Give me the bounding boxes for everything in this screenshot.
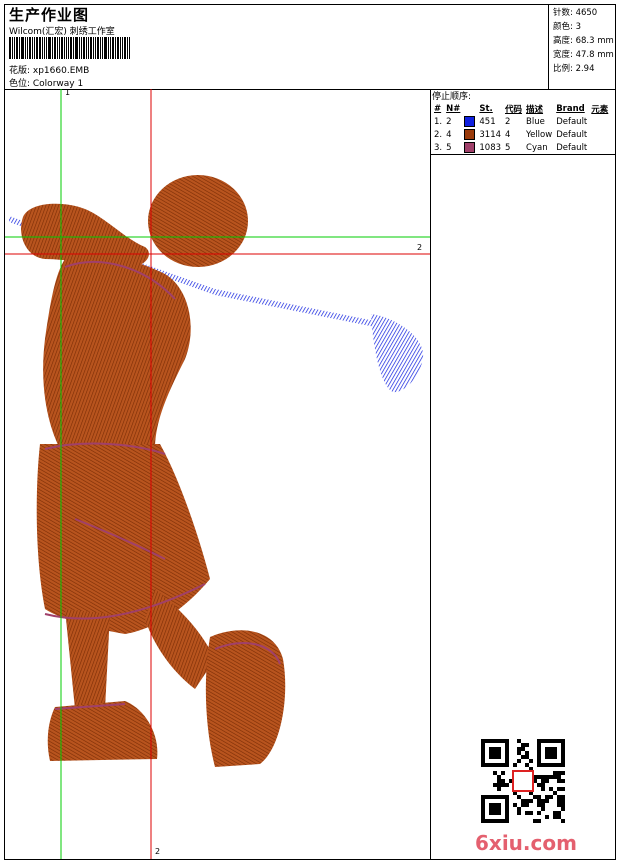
golfer-torso [43, 254, 191, 449]
design-height: 高度: 68.3 mm [553, 36, 614, 46]
row-index: 1. [434, 116, 443, 127]
guide-label-red-vertical: 2 [155, 847, 161, 856]
page-title: 生产作业图 [9, 6, 90, 24]
col-description: 描述 [526, 104, 544, 115]
row-index: 3. [434, 142, 443, 153]
row-description: Blue [526, 116, 545, 127]
row-code: 2 [505, 116, 511, 127]
golfer-back-leg [65, 609, 110, 709]
row-brand: Default [556, 142, 588, 153]
row-brand: Default [556, 129, 588, 140]
header-divider [548, 5, 549, 89]
row-stitches: 451 [479, 116, 496, 127]
barcode [9, 37, 131, 59]
guide-label-green: 1 [65, 89, 71, 97]
guide-label-red-horizontal: 2 [417, 243, 423, 252]
stop-sequence-title: 停止顺序: [432, 92, 472, 102]
color-count: 颜色: 3 [553, 22, 581, 32]
color-swatch [464, 142, 476, 153]
table-row: 3. 5 1083 5 Cyan Default [432, 141, 610, 154]
colorway-label: 色位: Colorway 1 [9, 79, 84, 89]
row-needle: 5 [446, 142, 452, 153]
row-description: Yellow [526, 129, 553, 140]
table-row: 1. 2 451 2 Blue Default [432, 115, 610, 128]
design-scale: 比例: 2.94 [553, 64, 595, 74]
color-swatch [464, 116, 476, 127]
col-swatch [462, 102, 477, 115]
pattern-file-label: 花版: xp1660.EMB [9, 66, 90, 76]
golfer-head [148, 175, 248, 267]
row-stitches: 3114 [479, 129, 502, 140]
row-stitches: 1083 [479, 142, 502, 153]
golfer-back-shoe [47, 701, 158, 761]
design-canvas: 1 2 2 [4, 89, 431, 860]
golf-club-head [371, 314, 424, 393]
color-swatch [464, 129, 476, 140]
table-header-row: # N# St. 代码 描述 Brand 元素 [432, 102, 610, 115]
row-index: 2. [434, 129, 443, 140]
col-needle: N# [446, 103, 461, 114]
row-description: Cyan [526, 142, 548, 153]
row-brand: Default [556, 116, 588, 127]
golfer-front-shoe [205, 630, 286, 767]
stop-sequence-table: # N# St. 代码 描述 Brand 元素 1. 2 451 2 Blue … [432, 102, 610, 154]
watermark-logo: 6xiu.com [475, 831, 577, 855]
row-swatch [462, 115, 477, 128]
col-index: # [434, 103, 442, 114]
col-element: 元素 [591, 104, 609, 115]
col-brand: Brand [556, 103, 585, 114]
header-panel: 生产作业图 Wilcom(汇宏) 刺绣工作室 花版: xp1660.EMB 色位… [4, 4, 616, 90]
table-row: 2. 4 3114 4 Yellow Default [432, 128, 610, 141]
row-code: 4 [505, 129, 511, 140]
col-code: 代码 [505, 104, 523, 115]
stop-sequence-panel: 停止顺序: # N# St. 代码 描述 Brand 元素 1. 2 451 2… [430, 89, 616, 860]
row-swatch [462, 141, 477, 154]
studio-name: Wilcom(汇宏) 刺绣工作室 [9, 27, 115, 37]
row-needle: 4 [446, 129, 452, 140]
row-swatch [462, 128, 477, 141]
stitch-count: 针数: 4650 [553, 8, 598, 18]
row-needle: 2 [446, 116, 452, 127]
col-stitches: St. [479, 103, 493, 114]
row-code: 5 [505, 142, 511, 153]
design-width: 宽度: 47.8 mm [553, 50, 614, 60]
qr-code-icon [481, 739, 565, 823]
embroidery-design [5, 89, 430, 859]
panel-divider [431, 154, 615, 155]
